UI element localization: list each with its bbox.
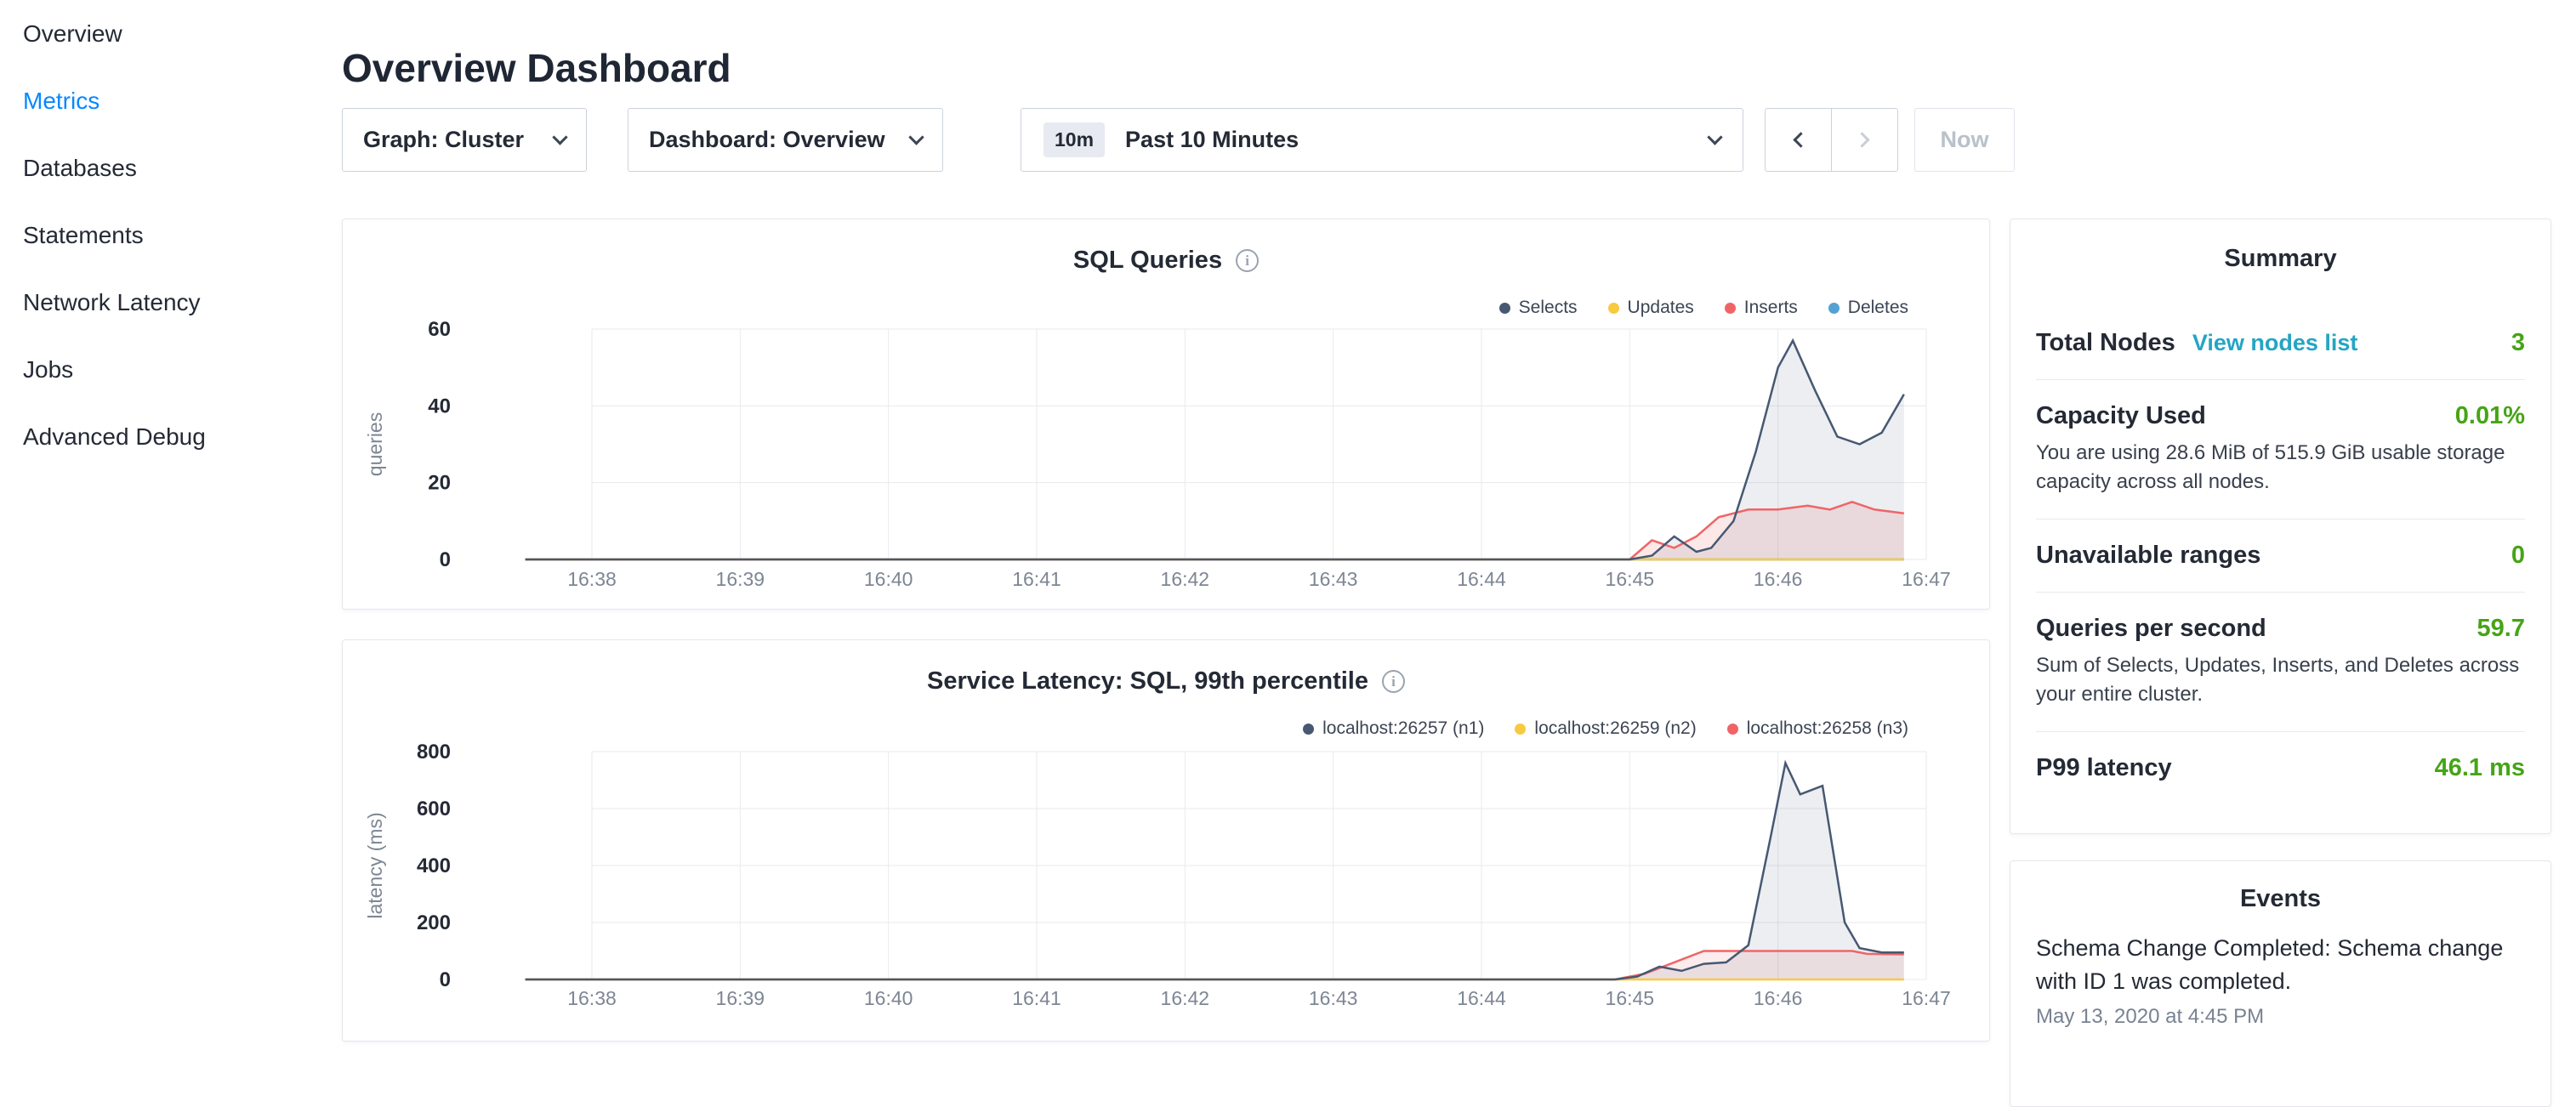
summary-stat-value: 3	[2511, 329, 2525, 357]
sidebar-item-overview[interactable]: Overview	[0, 0, 306, 67]
dashboard-label: Dashboard: Overview	[649, 127, 885, 153]
chart-plot-area: 0 20 40 60 16:38 16:39 16:40 16:41 16:42 16:43 16:…	[343, 219, 1989, 609]
service-latency-chart-card: Service Latency: SQL, 99th percentile i …	[342, 639, 1990, 1042]
timespan-pager	[1765, 108, 1898, 172]
svg-text:16:43: 16:43	[1309, 568, 1358, 590]
summary-stat-description: You are using 28.6 MiB of 515.9 GiB usab…	[2036, 439, 2525, 497]
sidebar-item-network-latency[interactable]: Network Latency	[0, 269, 306, 336]
chevron-right-icon	[1854, 132, 1869, 147]
previous-timespan-button[interactable]	[1765, 108, 1832, 172]
svg-text:16:38: 16:38	[567, 568, 617, 590]
summary-stat-label-group: P99 latency	[2036, 754, 2172, 782]
summary-stat-label: P99 latency	[2036, 754, 2172, 782]
svg-text:60: 60	[428, 318, 451, 341]
svg-text:16:46: 16:46	[1754, 568, 1803, 590]
svg-text:16:40: 16:40	[864, 987, 913, 1009]
chart-plot-area: 0 200 400 600 800 16:38 16:39 16:40 16:41 16:42 16…	[343, 640, 1989, 1041]
summary-stat-label-group: Unavailable ranges	[2036, 542, 2260, 570]
sidebar-item-statements[interactable]: Statements	[0, 202, 306, 269]
svg-text:200: 200	[417, 911, 451, 934]
page-title: Overview Dashboard	[342, 45, 731, 91]
svg-text:16:41: 16:41	[1012, 987, 1061, 1009]
svg-text:16:45: 16:45	[1606, 987, 1655, 1009]
event-item[interactable]: Schema Change Completed: Schema change w…	[2036, 927, 2525, 1029]
summary-stat-section: Total Nodes View nodes list 3	[2036, 307, 2525, 380]
summary-stat-label-group: Queries per second	[2036, 615, 2266, 643]
svg-text:600: 600	[417, 798, 451, 820]
summary-stat-section: Unavailable ranges 0	[2036, 519, 2525, 593]
summary-stat-row: Unavailable ranges 0	[2036, 542, 2525, 570]
sidebar-item-metrics[interactable]: Metrics	[0, 67, 306, 134]
summary-stat-label-group: Capacity Used	[2036, 402, 2206, 430]
svg-text:16:47: 16:47	[1902, 568, 1951, 590]
summary-stat-row: Total Nodes View nodes list 3	[2036, 329, 2525, 357]
sidebar-item-jobs[interactable]: Jobs	[0, 336, 306, 403]
sidebar-nav: OverviewMetricsDatabasesStatementsNetwor…	[0, 0, 306, 470]
summary-stat-section: P99 latency 46.1 ms	[2036, 732, 2525, 804]
chevron-left-icon	[1793, 132, 1808, 147]
events-title: Events	[2036, 861, 2525, 927]
summary-stat-section: Queries per second 59.7 Sum of Selects, Up…	[2036, 593, 2525, 732]
svg-text:16:46: 16:46	[1754, 987, 1803, 1009]
summary-card: Summary Total Nodes View nodes list 3 Capac…	[2010, 219, 2551, 834]
sidebar-item-advanced-debug[interactable]: Advanced Debug	[0, 403, 306, 470]
chart-canvas: 0 200 400 600 800 16:38 16:39 16:40 16:41 16:42 16…	[343, 640, 1989, 1041]
chevron-down-icon	[908, 129, 924, 145]
svg-text:16:38: 16:38	[567, 987, 617, 1009]
svg-text:400: 400	[417, 854, 451, 877]
svg-text:latency (ms): latency (ms)	[364, 812, 386, 918]
chevron-down-icon	[552, 129, 567, 145]
summary-stat-section: Capacity Used 0.01% You are using 28.6 MiB…	[2036, 380, 2525, 519]
svg-text:20: 20	[428, 472, 451, 495]
nodes-list-link[interactable]: View nodes list	[2192, 330, 2358, 356]
svg-text:16:47: 16:47	[1902, 987, 1951, 1009]
summary-stat-value: 0	[2511, 542, 2525, 570]
svg-text:16:43: 16:43	[1309, 987, 1358, 1009]
svg-text:16:41: 16:41	[1012, 568, 1061, 590]
dashboard-dropdown[interactable]: Dashboard: Overview	[628, 108, 943, 172]
svg-text:16:40: 16:40	[864, 568, 913, 590]
event-text: Schema Change Completed: Schema change w…	[2036, 932, 2525, 998]
svg-text:16:42: 16:42	[1161, 987, 1210, 1009]
svg-text:800: 800	[417, 741, 451, 764]
summary-stat-label: Capacity Used	[2036, 402, 2206, 430]
summary-stat-value: 46.1 ms	[2435, 754, 2525, 782]
events-list: Schema Change Completed: Schema change w…	[2036, 927, 2525, 1029]
svg-text:16:45: 16:45	[1606, 568, 1655, 590]
now-button[interactable]: Now	[1914, 108, 2015, 172]
svg-text:queries: queries	[364, 412, 386, 476]
summary-stat-value: 0.01%	[2455, 402, 2525, 430]
summary-stat-value: 59.7	[2477, 615, 2525, 643]
svg-text:16:42: 16:42	[1161, 568, 1210, 590]
time-range-label: Past 10 Minutes	[1125, 127, 1299, 153]
time-window-dropdown[interactable]: 10m Past 10 Minutes	[1021, 108, 1743, 172]
summary-stat-label: Queries per second	[2036, 615, 2266, 643]
summary-stat-row: Queries per second 59.7	[2036, 615, 2525, 643]
svg-text:16:44: 16:44	[1457, 568, 1506, 590]
sidebar-item-databases[interactable]: Databases	[0, 134, 306, 202]
svg-text:0: 0	[440, 968, 451, 991]
summary-stat-label: Unavailable ranges	[2036, 542, 2260, 570]
summary-stat-label-group: Total Nodes View nodes list	[2036, 329, 2357, 357]
summary-stats: Total Nodes View nodes list 3 Capacity Used…	[2036, 307, 2525, 804]
next-timespan-button[interactable]	[1831, 108, 1898, 172]
summary-stat-row: Capacity Used 0.01%	[2036, 402, 2525, 430]
summary-stat-row: P99 latency 46.1 ms	[2036, 754, 2525, 782]
time-range-badge: 10m	[1043, 122, 1105, 157]
summary-stat-label: Total Nodes	[2036, 329, 2175, 357]
svg-text:0: 0	[440, 548, 451, 571]
chevron-down-icon	[1707, 129, 1722, 145]
svg-text:16:44: 16:44	[1457, 987, 1506, 1009]
chart-canvas: 0 20 40 60 16:38 16:39 16:40 16:41 16:42 16:43 16:…	[343, 219, 1989, 609]
svg-text:16:39: 16:39	[716, 568, 765, 590]
graph-scope-label: Graph: Cluster	[363, 127, 524, 153]
svg-text:16:39: 16:39	[716, 987, 765, 1009]
graph-scope-dropdown[interactable]: Graph: Cluster	[342, 108, 587, 172]
event-timestamp: May 13, 2020 at 4:45 PM	[2036, 1005, 2525, 1029]
events-card: Events Schema Change Completed: Schema c…	[2010, 860, 2551, 1107]
svg-text:40: 40	[428, 395, 451, 417]
summary-title: Summary	[2036, 219, 2525, 307]
sql-queries-chart-card: SQL Queries i SelectsUpdatesInsertsDelet…	[342, 219, 1990, 610]
summary-stat-description: Sum of Selects, Updates, Inserts, and De…	[2036, 651, 2525, 709]
